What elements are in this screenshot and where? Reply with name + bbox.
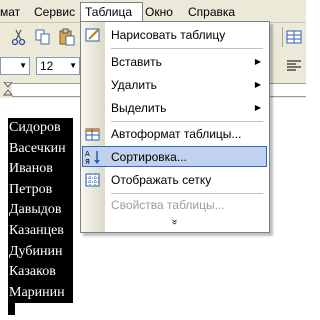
menu-item-label: Сортировка... (111, 150, 187, 164)
autoformat-icon (85, 128, 100, 141)
menu-item-label: Вставить (111, 55, 162, 69)
menu-item-label: Нарисовать таблицу (111, 28, 226, 42)
sort-az-icon: A Я (85, 150, 100, 165)
menu-divider (111, 48, 263, 49)
menu-table[interactable]: Таблица (80, 2, 143, 21)
list-item[interactable]: Маринин (8, 282, 73, 304)
cut-icon[interactable] (10, 28, 28, 46)
font-size-combo[interactable]: 12 ▼ (36, 57, 80, 75)
menu-item-label: Свойства таблицы... (111, 198, 225, 212)
menu-item-show-gridlines[interactable]: Отображать сетку (81, 169, 269, 191)
menu-help[interactable]: Справка (188, 4, 235, 20)
list-item[interactable]: Васечкин (8, 138, 73, 160)
selection-end-marker (8, 303, 15, 316)
chevron-down-icon: ▼ (69, 61, 77, 70)
menu-item-label: Автоформат таблицы... (111, 127, 242, 141)
table-menu-dropdown: Нарисовать таблицу Вставить ▶ Удалить ▶ … (80, 21, 270, 233)
menu-format[interactable]: мат (0, 4, 20, 20)
chevron-down-icon: ▼ (19, 61, 27, 70)
pencil-icon (85, 28, 100, 42)
menu-item-label: Выделить (111, 101, 167, 115)
font-size-value: 12 (40, 59, 54, 73)
table-icon[interactable] (285, 28, 303, 46)
svg-text:Я: Я (85, 158, 90, 165)
copy-icon[interactable] (34, 28, 52, 46)
submenu-arrow-icon: ▶ (254, 80, 261, 89)
menu-item-insert[interactable]: Вставить ▶ (81, 51, 269, 73)
list-item[interactable]: Сидоров (8, 118, 73, 139)
submenu-arrow-icon: ▶ (254, 103, 261, 112)
menu-item-autoformat[interactable]: Автоформат таблицы... (81, 123, 269, 145)
indent-marker-icon[interactable] (3, 82, 13, 96)
font-name-combo[interactable]: ▼ (0, 57, 30, 75)
toolbar-separator (282, 27, 283, 47)
menu-item-label: Удалить (111, 78, 157, 92)
menu-window[interactable]: Окно (145, 4, 173, 20)
align-left-icon[interactable] (285, 57, 303, 75)
menu-item-sort[interactable]: A Я Сортировка... (81, 146, 269, 168)
list-item[interactable]: Дубинин (8, 241, 73, 263)
grid-icon (85, 173, 100, 187)
menu-divider (111, 121, 263, 122)
paste-icon[interactable] (58, 28, 76, 46)
list-item[interactable]: Давыдов (8, 200, 73, 221)
menu-item-select[interactable]: Выделить ▶ (81, 97, 269, 119)
list-item[interactable]: Казаков (8, 262, 73, 283)
menu-item-label: Отображать сетку (111, 173, 212, 187)
menu-item-delete[interactable]: Удалить ▶ (81, 74, 269, 96)
list-item[interactable]: Казанцев (8, 220, 73, 242)
expand-menu-chevron-icon[interactable]: » (168, 219, 180, 225)
submenu-arrow-icon: ▶ (254, 57, 261, 66)
list-item[interactable]: Петров (8, 179, 73, 201)
menu-item-table-properties: Свойства таблицы... (81, 194, 269, 216)
menu-item-draw-table[interactable]: Нарисовать таблицу (81, 24, 269, 46)
selected-name-list: Сидоров Васечкин Иванов Петров Давыдов К… (8, 118, 73, 316)
svg-text:A: A (85, 150, 90, 158)
menu-bar: мат Сервис Таблица Окно Справка (0, 0, 306, 23)
list-item[interactable]: Иванов (8, 159, 73, 180)
menu-tools[interactable]: Сервис (34, 4, 75, 20)
